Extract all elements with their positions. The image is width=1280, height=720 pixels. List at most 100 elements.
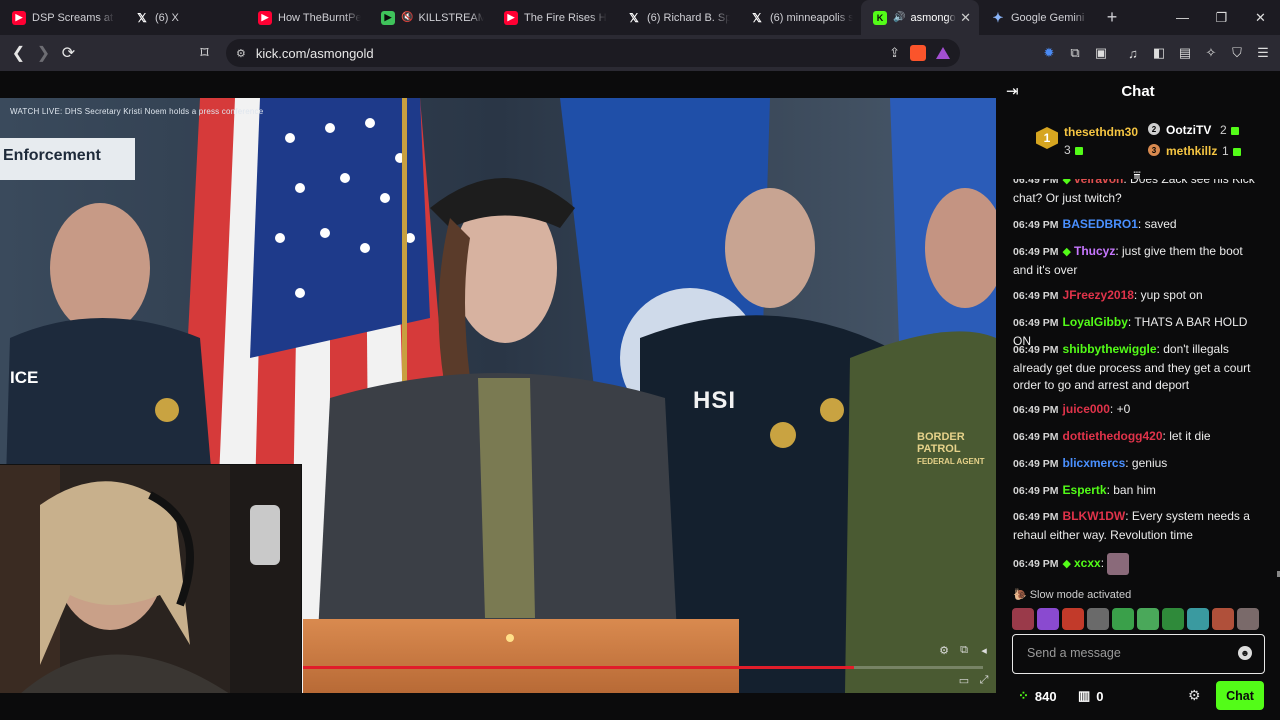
back-arrow-icon[interactable]: ❮ [6,38,31,68]
username-separator: : [1100,556,1108,571]
leader-second-count: 2 [1220,123,1239,137]
tab-dsp-screams[interactable]: ▶ DSP Screams at H [0,0,123,35]
fullscreen-icon[interactable]: ⤢ [977,673,991,687]
emoji-picker-icon[interactable]: ☻ [1238,646,1252,660]
tab-x-home[interactable]: 𝕏 (6) X [123,0,246,35]
message-text: ban him [1113,483,1156,497]
theater-icon[interactable]: ▭ [957,673,971,687]
message-username[interactable]: BASEDBRO1 [1063,217,1138,231]
message-username[interactable]: BLKW1DW [1063,509,1126,523]
sidebar-icon[interactable]: ◧ [1150,44,1168,62]
leo-ai-icon[interactable]: ✧ [1202,44,1220,62]
emote-icon[interactable] [1087,608,1109,630]
tab-asmongold-kick[interactable]: K 🔊 asmongol ✕ [861,0,979,35]
slow-mode-notice: 🐌 Slow mode activated [1013,588,1131,601]
tab-richard-spencer[interactable]: 𝕏 (6) Richard B. Spe [615,0,738,35]
leader-third-user[interactable]: methkillz [1166,144,1217,158]
close-tab-icon[interactable]: ✕ [960,10,971,26]
forward-arrow-icon[interactable]: ❯ [31,38,56,68]
gift-icon [1230,126,1239,135]
emote-icon[interactable] [1012,608,1034,630]
message-text: yup spot on [1140,288,1203,302]
youtube-icon: ▶ [12,10,26,25]
message-username[interactable]: xcxx [1074,556,1101,570]
youtube-icon: ▶ [258,10,272,25]
gift-count[interactable]: ▥ 0 [1078,688,1104,704]
quick-emote-bar [1012,608,1259,630]
tab-fire-rises[interactable]: ▶ The Fire Rises HO [492,0,615,35]
message-username[interactable]: juice000 [1063,402,1110,416]
emote-icon[interactable] [1162,608,1184,630]
emote-icon[interactable] [1037,608,1059,630]
url-text: kick.com/asmongold [255,45,374,61]
tab-killstream[interactable]: ▶ 🔇 KILLSTREAM: F [369,0,492,35]
send-chat-button[interactable]: Chat [1216,681,1264,710]
chat-message: 06:49 PM BLKW1DW: Every system needs a re… [1013,508,1263,544]
message-timestamp: 06:49 PM [1013,485,1059,497]
brave-rewards-icon[interactable] [936,47,950,59]
address-bar[interactable]: ⚙ kick.com/asmongold ⇪ [226,39,960,67]
bookmark-icon[interactable]: ⌑ [192,38,217,68]
emote-icon[interactable] [1112,608,1134,630]
menu-icon[interactable]: ☰ [1254,44,1272,62]
username-separator: : [1115,244,1123,258]
site-info-icon[interactable]: ⚙ [236,47,246,60]
emote-icon[interactable] [1187,608,1209,630]
leader-top-user[interactable]: thesethdm30 [1064,125,1138,139]
chat-messages: 06:49 PM ◆ veiravon: Does Zack see his Kic… [996,179,1280,594]
message-timestamp: 06:49 PM [1013,179,1059,186]
gift-count-value: 0 [1096,688,1104,704]
close-window-icon[interactable]: ✕ [1241,0,1280,35]
tab-google-gemini[interactable]: ✦ Google Gemini [979,0,1097,35]
reader-icon[interactable]: ▣ [1092,44,1110,62]
emote-icon[interactable] [1237,608,1259,630]
tab-burnt-peanut[interactable]: ▶ How TheBurntPea [246,0,369,35]
volume-icon[interactable]: ◂ [977,643,991,657]
tab-label: (6) X [155,11,179,24]
webcam-frame [0,465,301,693]
tab-minneapolis[interactable]: 𝕏 (6) minneapolis sh [738,0,861,35]
chat-footer: ⁘ 840 ▥ 0 ⚙ Chat [996,681,1280,711]
speaker-icon[interactable]: 🔊 [893,12,905,23]
emote-icon[interactable] [1137,608,1159,630]
emote-icon[interactable] [1062,608,1084,630]
message-username[interactable]: blicxmercs [1063,456,1126,470]
reload-icon[interactable]: ⟳ [56,38,81,68]
username-separator: : [1109,402,1117,416]
live-caption: WATCH LIVE: DHS Secretary Kristi Noem ho… [10,107,264,116]
settings-icon[interactable]: ⚙ [937,643,951,657]
wallet-icon[interactable]: ▤ [1176,44,1194,62]
emote-icon[interactable] [1212,608,1234,630]
message-username[interactable]: veiravon [1074,179,1123,186]
message-username[interactable]: JFreezy2018 [1063,288,1134,302]
message-username[interactable]: Thucyz [1074,244,1115,258]
video-progress-bar[interactable] [303,666,983,669]
leader-second-user[interactable]: OotziTV [1166,123,1211,137]
brave-shields-icon[interactable] [910,45,926,61]
share-icon[interactable]: ⇪ [889,45,900,61]
gift-icon [1074,146,1083,155]
vpn-icon[interactable]: ✹ [1040,44,1058,62]
collapse-chat-icon[interactable]: ⇥ [1006,82,1019,100]
message-text: +0 [1116,402,1131,416]
message-username[interactable]: Espertk [1063,483,1107,497]
chat-settings-icon[interactable]: ⚙ [1188,687,1201,704]
gift-leaderboard: 1 thesethdm30 3 2 OotziTV 2 3 methkillz … [996,115,1280,175]
minimize-icon[interactable]: — [1163,0,1202,35]
rank-2-icon: 2 [1148,123,1160,135]
restore-icon[interactable]: ❐ [1202,0,1241,35]
muted-speaker-icon[interactable]: 🔇 [401,12,413,23]
message-username[interactable]: shibbythewiggle [1063,342,1157,356]
extensions-icon[interactable]: ⧉ [1066,44,1084,62]
patch-line-1: BORDER PATROL [917,431,965,455]
shield-icon[interactable]: ⛉ [1228,44,1246,62]
music-icon[interactable]: ♫ [1124,44,1142,62]
new-tab-button[interactable]: + [1097,0,1127,35]
pip-icon[interactable]: ⧉ [957,643,971,657]
video-player[interactable]: WATCH LIVE: DHS Secretary Kristi Noem ho… [0,98,996,693]
message-username[interactable]: dottiethedogg420 [1063,429,1163,443]
tab-label: Google Gemini [1011,11,1085,24]
message-username[interactable]: LoyalGibby [1063,315,1128,329]
snail-icon: 🐌 [1013,589,1027,601]
chat-message-input[interactable] [1013,635,1228,671]
